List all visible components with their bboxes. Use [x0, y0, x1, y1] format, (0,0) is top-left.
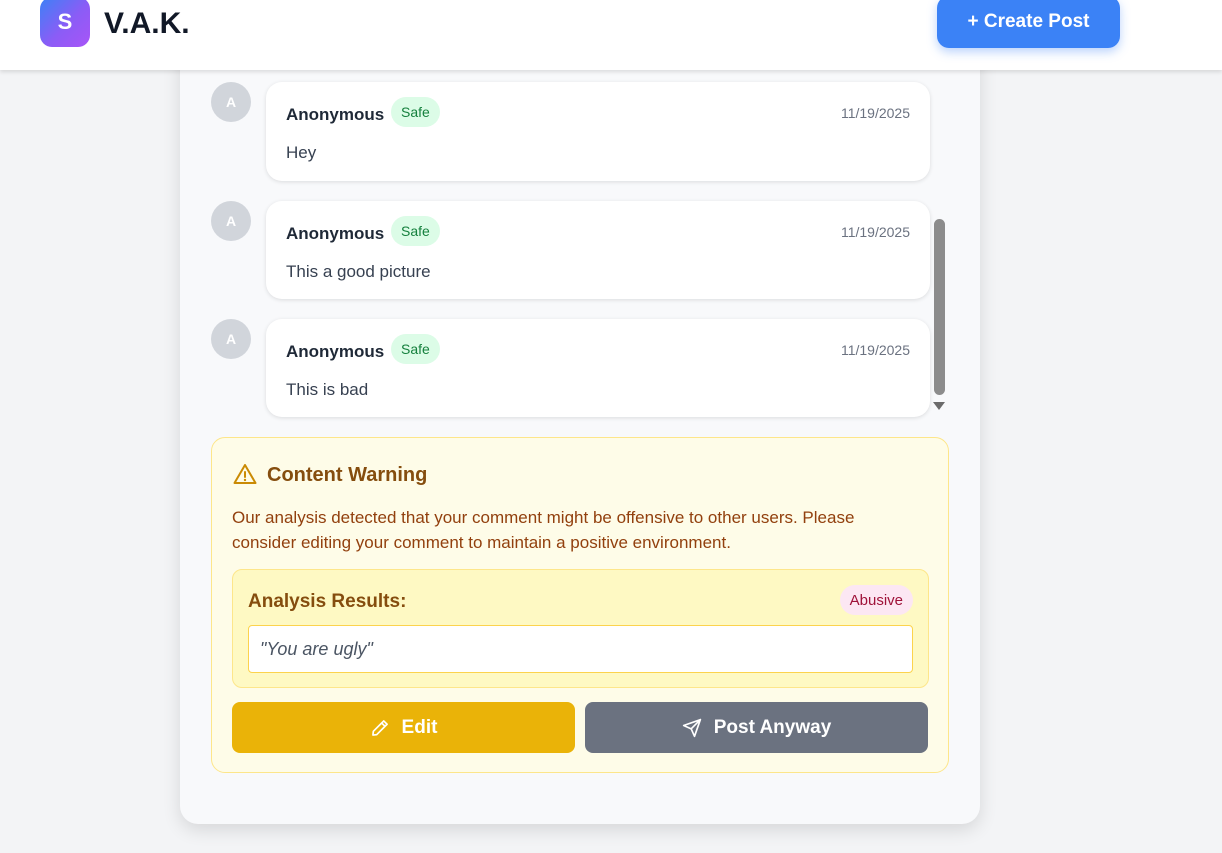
comment-bubble: Anonymous Safe 11/19/2025 This a good pi… — [266, 201, 930, 299]
comment-date: 11/19/2025 — [840, 105, 910, 121]
comment-text: This a good picture — [286, 262, 431, 281]
warning-triangle-icon — [233, 464, 257, 484]
abusive-badge: Abusive — [839, 585, 913, 615]
analysis-results-box: Analysis Results: Abusive "You are ugly" — [232, 569, 929, 688]
flagged-comment-quote: "You are ugly" — [248, 625, 913, 673]
top-navbar: S V.A.K. + Create Post — [0, 0, 1222, 70]
comment-author: Anonymous — [286, 224, 385, 243]
edit-button[interactable]: Edit — [232, 702, 575, 753]
post-anyway-button[interactable]: Post Anyway — [585, 702, 928, 753]
warning-title: Content Warning — [267, 464, 428, 486]
scroll-down-arrow-icon[interactable] — [933, 402, 945, 410]
comment-author: Anonymous — [286, 105, 385, 124]
comment-text: This is bad — [286, 380, 369, 399]
safe-badge: Safe — [391, 216, 440, 246]
content-warning-panel: Content Warning Our analysis detected th… — [211, 437, 949, 773]
safe-badge: Safe — [391, 334, 440, 364]
analysis-label: Analysis Results: — [248, 591, 407, 612]
pencil-icon — [371, 719, 388, 736]
comment-date: 11/19/2025 — [840, 224, 910, 240]
safe-badge: Safe — [391, 97, 440, 127]
avatar: A — [211, 319, 251, 359]
avatar: A — [211, 82, 251, 122]
page: S V.A.K. + Create Post A Anonymous Safe … — [0, 0, 1222, 853]
comments-list[interactable]: A Anonymous Safe 11/19/2025 Hey A Anonym… — [211, 70, 947, 417]
logo-badge[interactable]: S — [40, 0, 90, 47]
post-anyway-label: Post Anyway — [713, 716, 832, 738]
comment-text: Hey — [286, 143, 317, 162]
comment-bubble: Anonymous Safe 11/19/2025 This is bad — [266, 319, 930, 417]
comment-author: Anonymous — [286, 342, 385, 361]
comment-bubble: Anonymous Safe 11/19/2025 Hey — [266, 82, 930, 181]
comment-date: 11/19/2025 — [840, 342, 910, 358]
warning-message: Our analysis detected that your comment … — [232, 508, 855, 552]
send-icon — [682, 718, 701, 737]
scrollbar-thumb[interactable] — [934, 219, 945, 395]
create-post-button[interactable]: + Create Post — [937, 0, 1120, 48]
brand-name[interactable]: V.A.K. — [104, 4, 190, 44]
edit-button-label: Edit — [401, 716, 438, 738]
avatar: A — [211, 201, 251, 241]
